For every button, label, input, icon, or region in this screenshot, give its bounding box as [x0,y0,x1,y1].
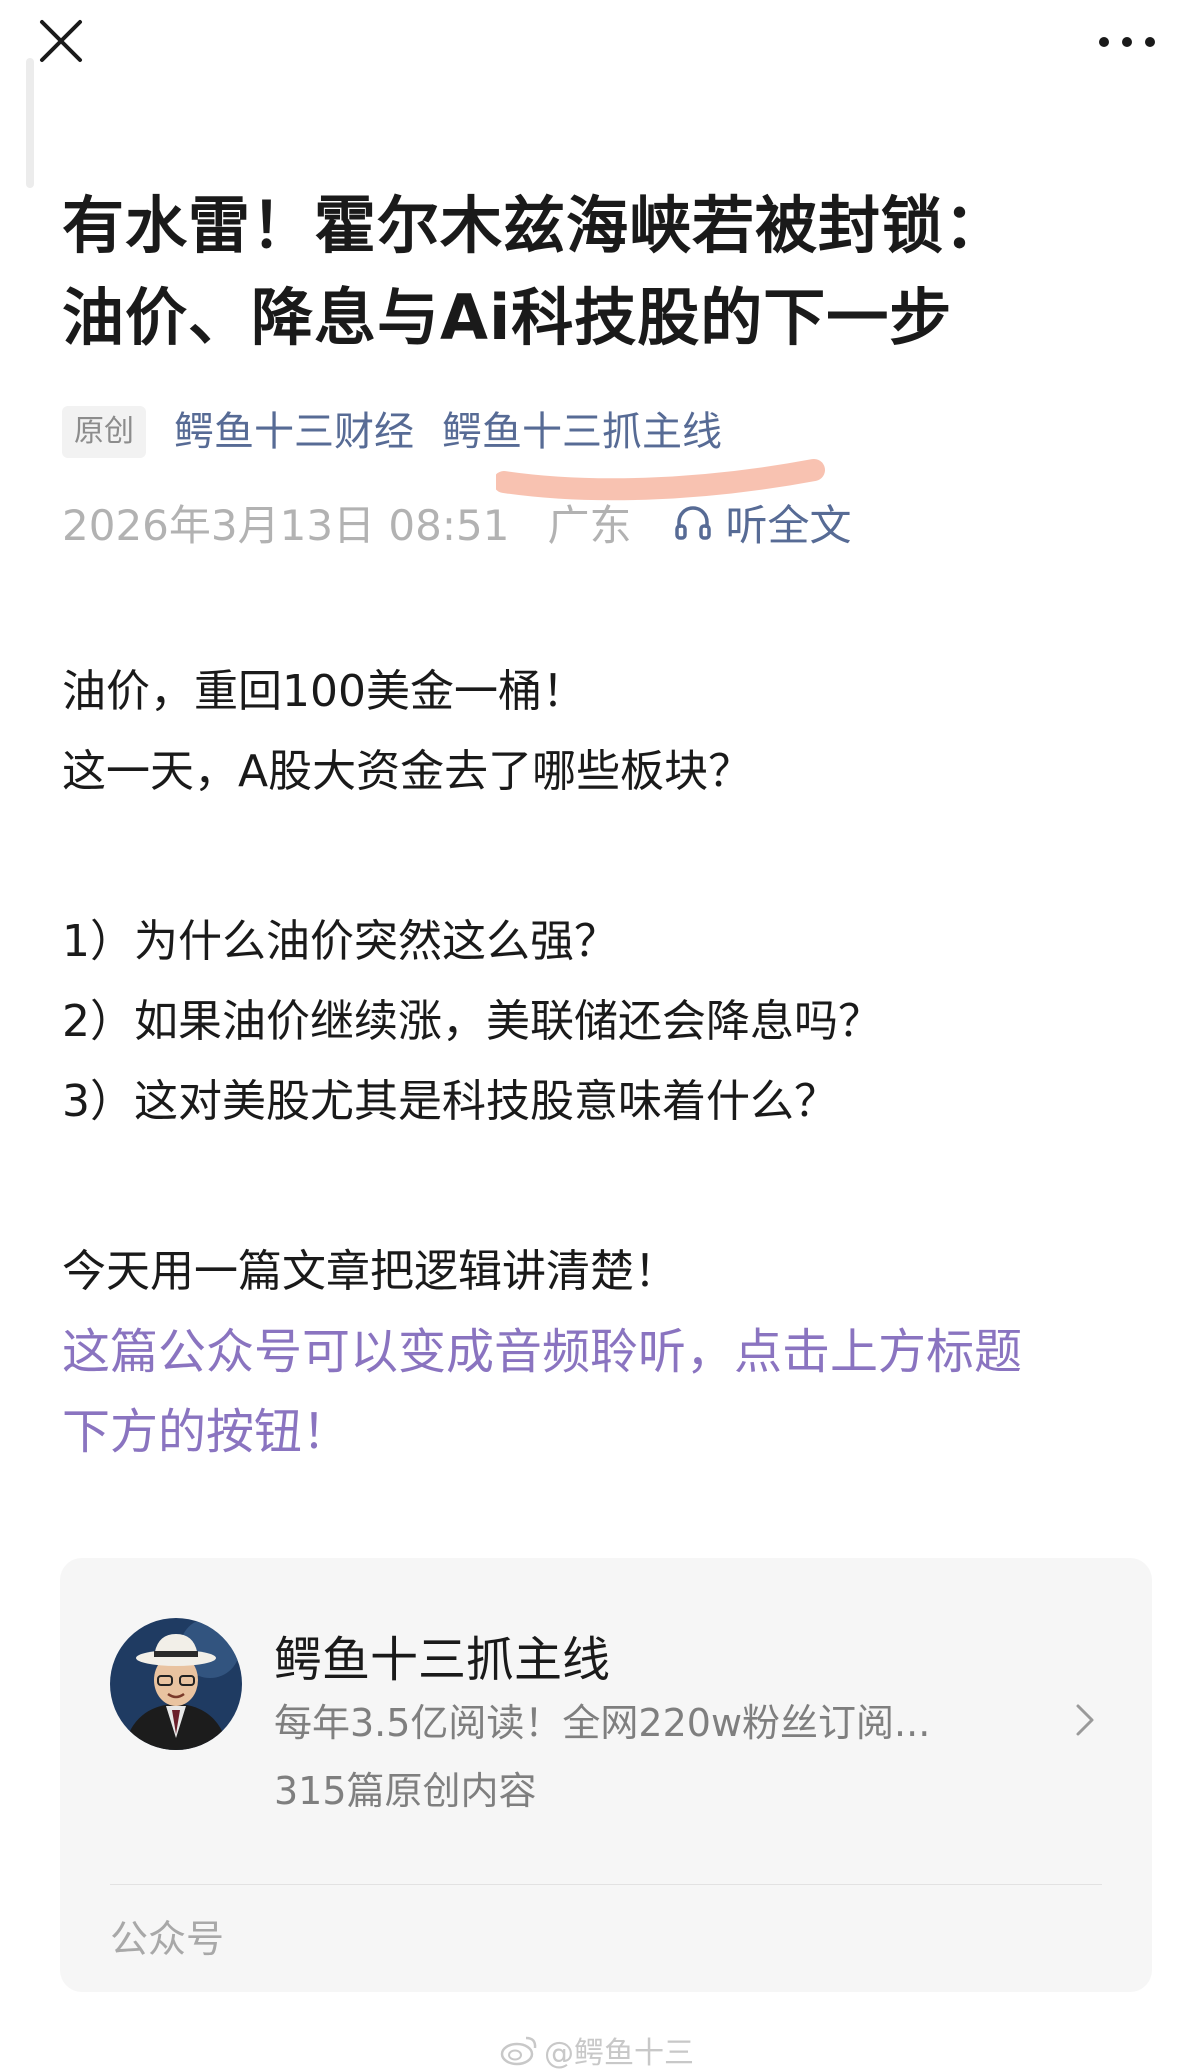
card-divider [110,1884,1102,1885]
title-line-1: 有水雷！霍尔木兹海峡若被封锁： [62,189,1008,262]
more-dots-icon [1099,37,1155,47]
scroll-indicator[interactable] [26,58,34,188]
avatar-man-with-hat [110,1618,242,1750]
audio-hint-line-2: 下方的按钮！ [62,1404,351,1460]
original-count: 315篇原创内容 [274,1769,537,1813]
listen-label: 听全文 [725,500,852,550]
audio-hint: 这篇公众号可以变成音频聆听，点击上方标题 下方的按钮！ [62,1312,1162,1472]
account-name: 鳄鱼十三抓主线 [274,1632,611,1688]
publish-region: 广东 [547,500,632,550]
close-button[interactable] [36,16,86,66]
paragraph-3: 今天用一篇文章把逻辑讲清楚！ [62,1246,678,1297]
original-badge: 原创 [62,406,146,458]
question-1: 1）为什么油价突然这么强？ [62,916,618,967]
account-description: 每年3.5亿阅读！全网220w粉丝订阅... [274,1701,931,1745]
question-3: 3）这对美股尤其是科技股意味着什么？ [62,1076,838,1127]
account-card[interactable]: 鳄鱼十三抓主线 每年3.5亿阅读！全网220w粉丝订阅... 315篇原创内容 … [60,1558,1152,1992]
article-title: 有水雷！霍尔木兹海峡若被封锁： 油价、降息与Ai科技股的下一步 [62,180,1142,364]
headphones-icon [675,506,712,540]
publish-date: 2026年3月13日 08:51 [62,500,510,550]
paragraph-1-line-2: 这一天，A股大资金去了哪些板块？ [62,746,753,797]
audio-hint-line-1: 这篇公众号可以变成音频聆听，点击上方标题 [62,1324,1023,1380]
weibo-icon [500,2036,537,2066]
avatar [110,1618,242,1750]
date-row: 2026年3月13日 08:51 广东 听全文 [62,492,851,552]
chevron-right-icon [1076,1704,1094,1736]
author-link-1[interactable]: 鳄鱼十三财经 [174,404,414,460]
close-icon [40,20,82,62]
account-type-label: 公众号 [110,1917,225,1961]
weibo-watermark: @鳄鱼十三 [500,2028,694,2072]
paragraph-1-line-1: 油价，重回100美金一桶！ [62,666,586,717]
question-2: 2）如果油价继续涨，美联储还会降息吗？ [62,996,882,1047]
title-line-2: 油价、降息与Ai科技股的下一步 [62,281,953,354]
watermark-text: @鳄鱼十三 [544,2036,694,2071]
more-button[interactable] [1092,24,1162,60]
listen-full-text-button[interactable]: 听全文 [673,492,851,553]
